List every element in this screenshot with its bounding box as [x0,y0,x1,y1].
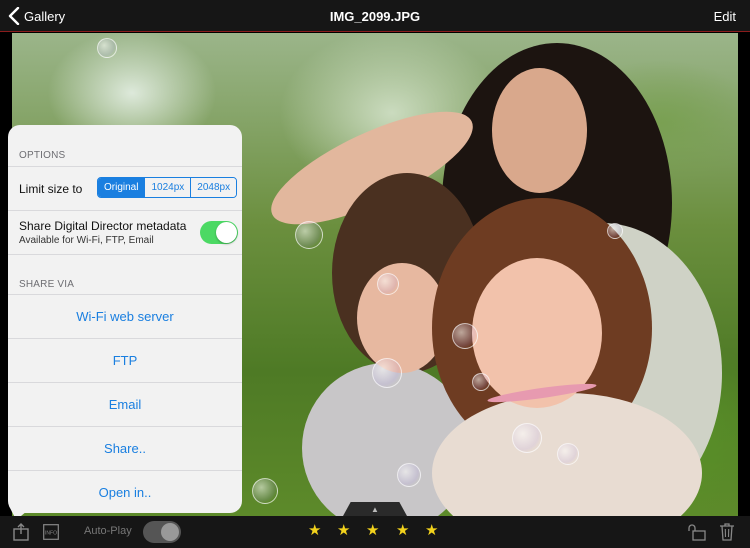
size-option-2048[interactable]: 2048px [190,178,237,197]
rating-star-4[interactable]: ★ [396,522,409,540]
size-segmented-control[interactable]: Original 1024px 2048px [97,177,238,198]
share-ftp[interactable]: FTP [8,338,242,382]
page-title: IMG_2099.JPG [329,9,421,24]
options-section-header: OPTIONS [19,150,66,161]
toggle-knob [216,222,237,243]
share-email[interactable]: Email [8,382,242,426]
rating-star-2[interactable]: ★ [337,522,350,540]
lock-icon[interactable] [688,524,706,546]
rating-star-3[interactable]: ★ [366,522,379,540]
bottom-toolbar: INFO Auto-Play ★ ★ ★ ★ ★ [0,516,750,548]
size-option-original[interactable]: Original [98,178,145,197]
divider [8,254,242,255]
share-icon[interactable] [12,523,30,546]
metadata-label: Share Digital Director metadata [19,219,187,233]
limit-size-label: Limit size to [19,182,83,196]
bubble [377,273,399,295]
trash-icon[interactable] [719,522,735,546]
rating-star-5[interactable]: ★ [425,522,438,540]
share-popover: OPTIONS Limit size to Original 1024px 20… [8,125,242,513]
size-option-1024[interactable]: 1024px [144,178,191,197]
bubble [252,478,278,504]
bubble [472,373,490,391]
metadata-sublabel: Available for Wi-Fi, FTP, Email [19,235,154,246]
autoplay-toggle[interactable] [143,521,181,543]
bubble [512,423,542,453]
filmstrip-handle[interactable]: ▲ [343,502,407,516]
top-navigation-bar: Gallery IMG_2099.JPG Edit [0,0,750,32]
bubble [557,443,579,465]
autoplay-label: Auto-Play [84,525,132,537]
info-label: INFO [45,531,57,537]
share-wifi-web-server[interactable]: Wi-Fi web server [8,294,242,338]
bubble [397,463,421,487]
bubble [607,223,623,239]
info-icon[interactable]: INFO [43,524,59,545]
chevron-up-icon: ▲ [371,504,379,514]
metadata-toggle[interactable] [200,221,238,244]
share-open-in[interactable]: Open in.. [8,470,242,513]
toggle-knob [161,523,179,541]
bubble [452,323,478,349]
share-system-share[interactable]: Share.. [8,426,242,470]
bubble [295,221,323,249]
bubble [372,358,402,388]
edit-button[interactable]: Edit [714,9,736,24]
photo-content [492,68,587,193]
share-via-section-header: SHARE VIA [19,279,75,290]
bubble [97,38,117,58]
rating-star-1[interactable]: ★ [308,522,321,540]
